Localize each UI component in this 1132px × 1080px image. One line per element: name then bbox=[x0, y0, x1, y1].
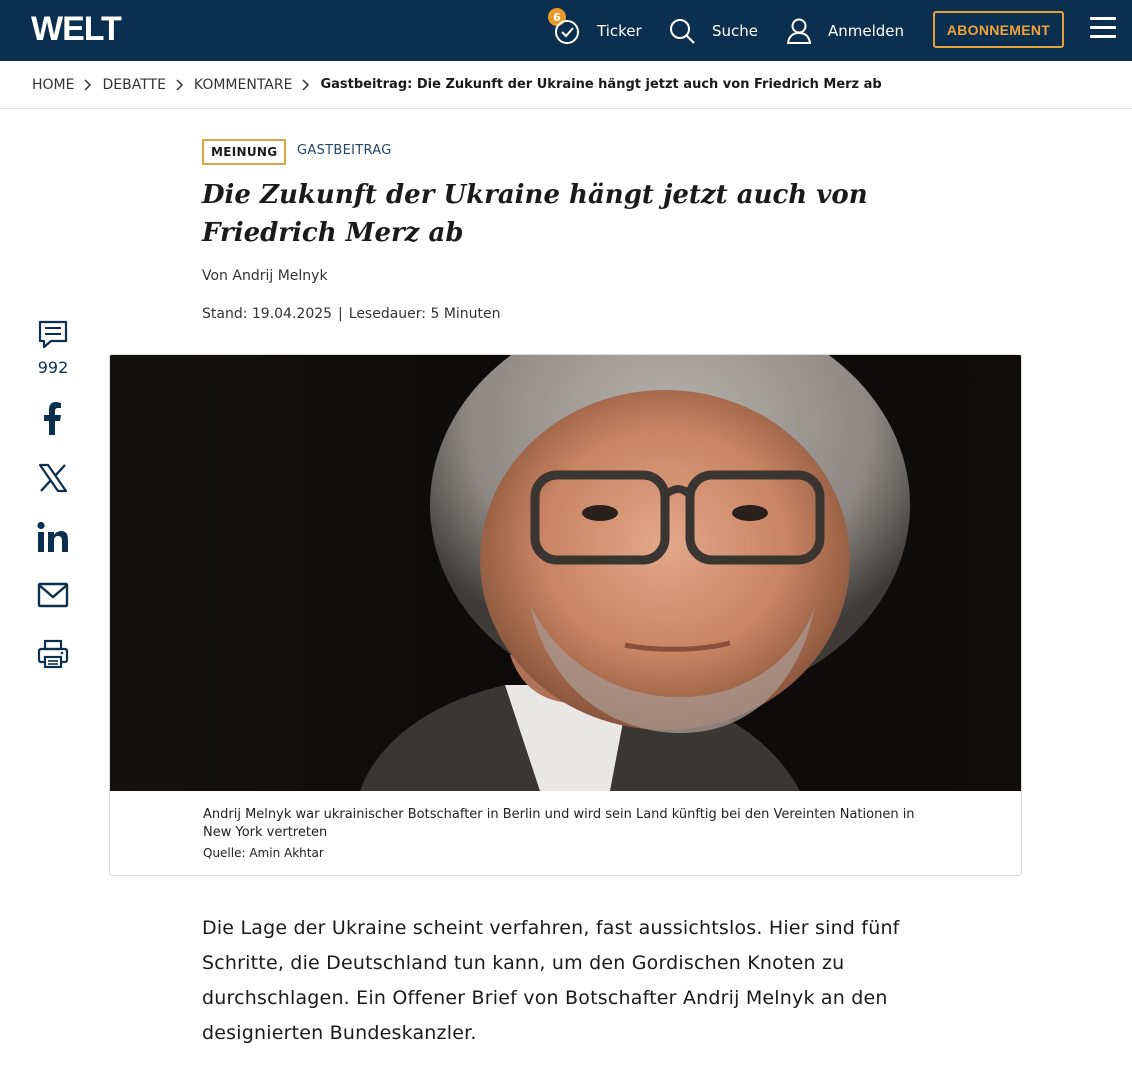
publish-date: Stand: 19.04.2025 bbox=[202, 306, 333, 322]
comment-icon bbox=[37, 318, 69, 354]
breadcrumb-current: Gastbeitrag: Die Zukunft der Ukraine hän… bbox=[320, 77, 882, 92]
article-lead: Die Lage der Ukraine scheint verfahren, … bbox=[202, 917, 900, 1044]
menu-icon[interactable] bbox=[1090, 17, 1118, 43]
chevron-right-icon bbox=[84, 78, 92, 91]
search-icon bbox=[668, 17, 696, 45]
comment-count: 992 bbox=[37, 358, 69, 377]
clock-check-icon bbox=[553, 17, 581, 45]
print-icon bbox=[37, 638, 69, 674]
guest-article-tag[interactable]: GASTBEITRAG bbox=[297, 143, 392, 158]
image-caption: Andrij Melnyk war ukrainischer Botschaft… bbox=[203, 807, 915, 840]
ticker-button[interactable]: Ticker bbox=[553, 0, 642, 61]
meta-separator: | bbox=[338, 306, 343, 322]
author-line[interactable]: Von Andrij Melnyk bbox=[202, 268, 328, 284]
article-figure: Andrij Melnyk war ukrainischer Botschaft… bbox=[109, 354, 1022, 876]
breadcrumb-kommentare[interactable]: KOMMENTARE bbox=[194, 77, 293, 93]
comments-button[interactable]: 992 bbox=[30, 318, 76, 377]
ticker-label: Ticker bbox=[597, 21, 642, 40]
mail-share-button[interactable] bbox=[30, 582, 76, 612]
print-button[interactable] bbox=[30, 638, 76, 674]
image-source: Quelle: Amin Akhtar bbox=[203, 846, 324, 860]
article-meta: Stand: 19.04.2025 | Lesedauer: 5 Minuten bbox=[202, 306, 501, 322]
opinion-tag: MEINUNG bbox=[202, 139, 287, 165]
reading-time: Lesedauer: 5 Minuten bbox=[348, 306, 501, 322]
facebook-icon bbox=[37, 402, 69, 440]
article-headline: Die Zukunft der Ukraine hängt jetzt auch… bbox=[202, 180, 868, 248]
search-label: Suche bbox=[712, 21, 759, 40]
chevron-right-icon bbox=[176, 78, 184, 91]
user-icon bbox=[786, 17, 812, 45]
x-share-button[interactable] bbox=[30, 463, 76, 497]
breadcrumb: HOME DEBATTE KOMMENTARE Gastbeitrag: Die… bbox=[0, 61, 1132, 109]
breadcrumb-home[interactable]: HOME bbox=[32, 77, 74, 93]
login-button[interactable]: Anmelden bbox=[786, 0, 904, 61]
welt-logo[interactable]: WELT bbox=[31, 10, 122, 49]
linkedin-share-button[interactable] bbox=[30, 521, 76, 557]
chevron-right-icon bbox=[302, 78, 310, 91]
subscribe-button[interactable]: ABONNEMENT bbox=[933, 11, 1064, 48]
top-navigation-bar: WELT 6 Ticker Suche Anmelden ABONNEMENT bbox=[0, 0, 1132, 61]
login-label: Anmelden bbox=[828, 21, 905, 40]
search-button[interactable]: Suche bbox=[668, 0, 758, 61]
portrait-photo[interactable] bbox=[110, 355, 1021, 791]
breadcrumb-debatte[interactable]: DEBATTE bbox=[102, 77, 165, 93]
facebook-share-button[interactable] bbox=[30, 402, 76, 440]
mail-icon bbox=[37, 582, 69, 612]
x-icon bbox=[38, 463, 68, 497]
linkedin-icon bbox=[37, 521, 69, 557]
